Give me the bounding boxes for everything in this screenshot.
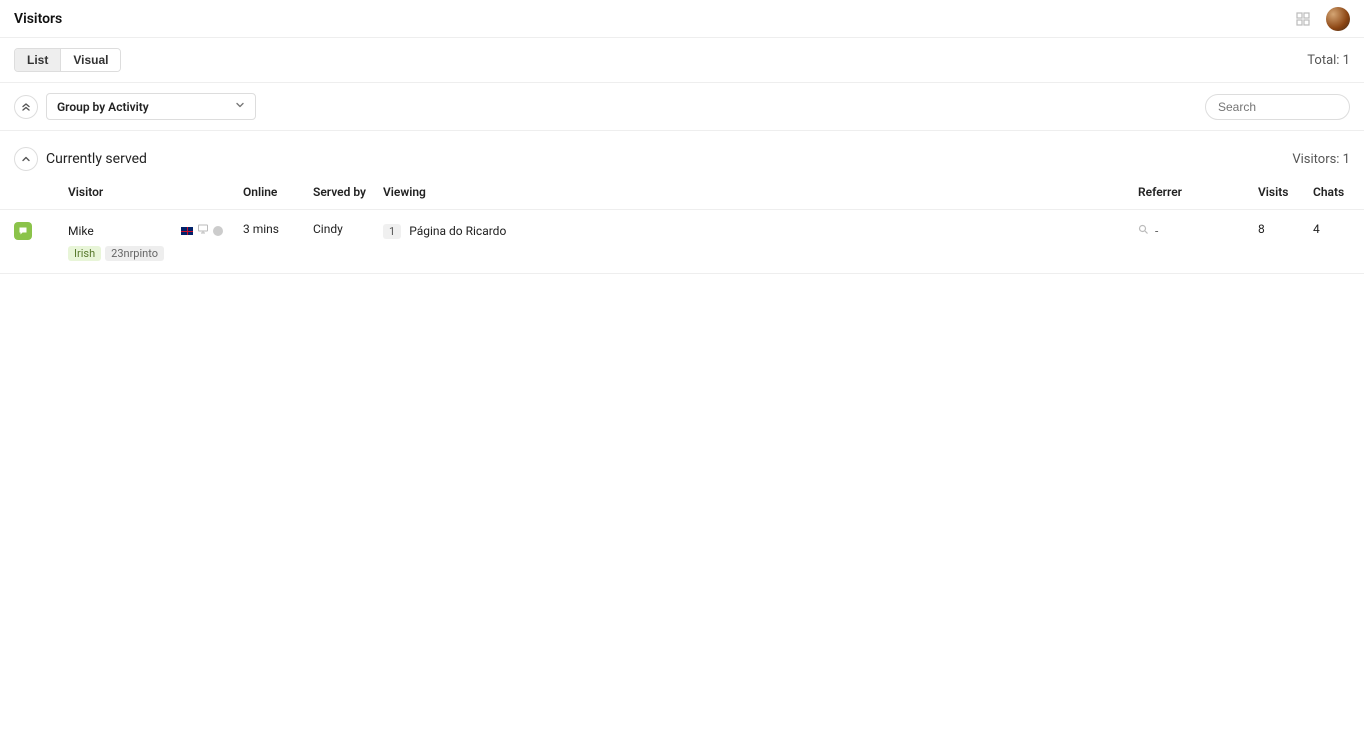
flag-uk-icon: [181, 227, 193, 235]
collapse-all-button[interactable]: [14, 95, 38, 119]
online-cell: 3 mins: [243, 222, 313, 240]
col-referrer[interactable]: Referrer: [1138, 185, 1258, 199]
col-visits[interactable]: Visits: [1258, 185, 1313, 199]
page-count-badge: 1: [383, 224, 401, 239]
group-by-dropdown[interactable]: Group by Activity: [46, 93, 256, 120]
browser-icon: [213, 226, 223, 236]
group-header: Currently served Visitors: 1: [0, 131, 1364, 185]
total-count: Total: 1: [1307, 53, 1350, 68]
chevron-up-icon: [21, 154, 31, 164]
filter-bar: Group by Activity: [0, 83, 1364, 131]
table-header: Visitor Online Served by Viewing Referre…: [0, 185, 1364, 210]
visitor-tags: Irish 23nrpinto: [68, 246, 1364, 261]
search-icon: [1138, 224, 1149, 238]
chats-cell: 4: [1313, 222, 1364, 240]
visitor-tag[interactable]: 23nrpinto: [105, 246, 164, 261]
visitor-tag[interactable]: Irish: [68, 246, 101, 261]
referrer-cell: -: [1138, 222, 1258, 240]
group-visitor-count: Visitors: 1: [1292, 152, 1350, 167]
double-chevron-up-icon: [21, 102, 31, 112]
tab-visual[interactable]: Visual: [60, 49, 120, 71]
group-by-label: Group by Activity: [57, 100, 149, 114]
col-visitor[interactable]: Visitor: [68, 185, 243, 199]
visits-cell: 8: [1258, 222, 1313, 240]
chat-active-icon: [14, 222, 32, 240]
referrer-value: -: [1155, 224, 1158, 238]
viewing-page: Página do Ricardo: [409, 224, 506, 238]
tab-list[interactable]: List: [15, 49, 60, 71]
group-title: Currently served: [46, 151, 147, 167]
apps-grid-icon[interactable]: [1296, 12, 1310, 26]
page-title: Visitors: [14, 11, 62, 27]
visitor-row[interactable]: Mike 3 mins Cindy 1 Página do Ricardo - …: [0, 210, 1364, 274]
viewing-cell: 1 Página do Ricardo: [383, 222, 1138, 240]
view-bar: List Visual Total: 1: [0, 38, 1364, 83]
filter-left: Group by Activity: [14, 93, 256, 120]
user-avatar[interactable]: [1326, 7, 1350, 31]
col-online[interactable]: Online: [243, 185, 313, 199]
desktop-icon: [197, 223, 209, 239]
visitor-cell: Mike: [68, 222, 243, 240]
view-toggle: List Visual: [14, 48, 121, 72]
col-served-by[interactable]: Served by: [313, 185, 383, 199]
visitor-status-cell: [14, 222, 68, 240]
group-collapse-button[interactable]: [14, 147, 38, 171]
served-by-cell: Cindy: [313, 222, 383, 240]
chevron-down-icon: [235, 99, 245, 114]
col-viewing[interactable]: Viewing: [383, 185, 1138, 199]
search-input[interactable]: [1205, 94, 1350, 120]
visitor-name: Mike: [68, 224, 94, 238]
visitor-meta: [181, 223, 223, 239]
header-actions: [1296, 7, 1350, 31]
top-header: Visitors: [0, 0, 1364, 38]
col-chats[interactable]: Chats: [1313, 185, 1364, 199]
group-header-left: Currently served: [14, 147, 147, 171]
